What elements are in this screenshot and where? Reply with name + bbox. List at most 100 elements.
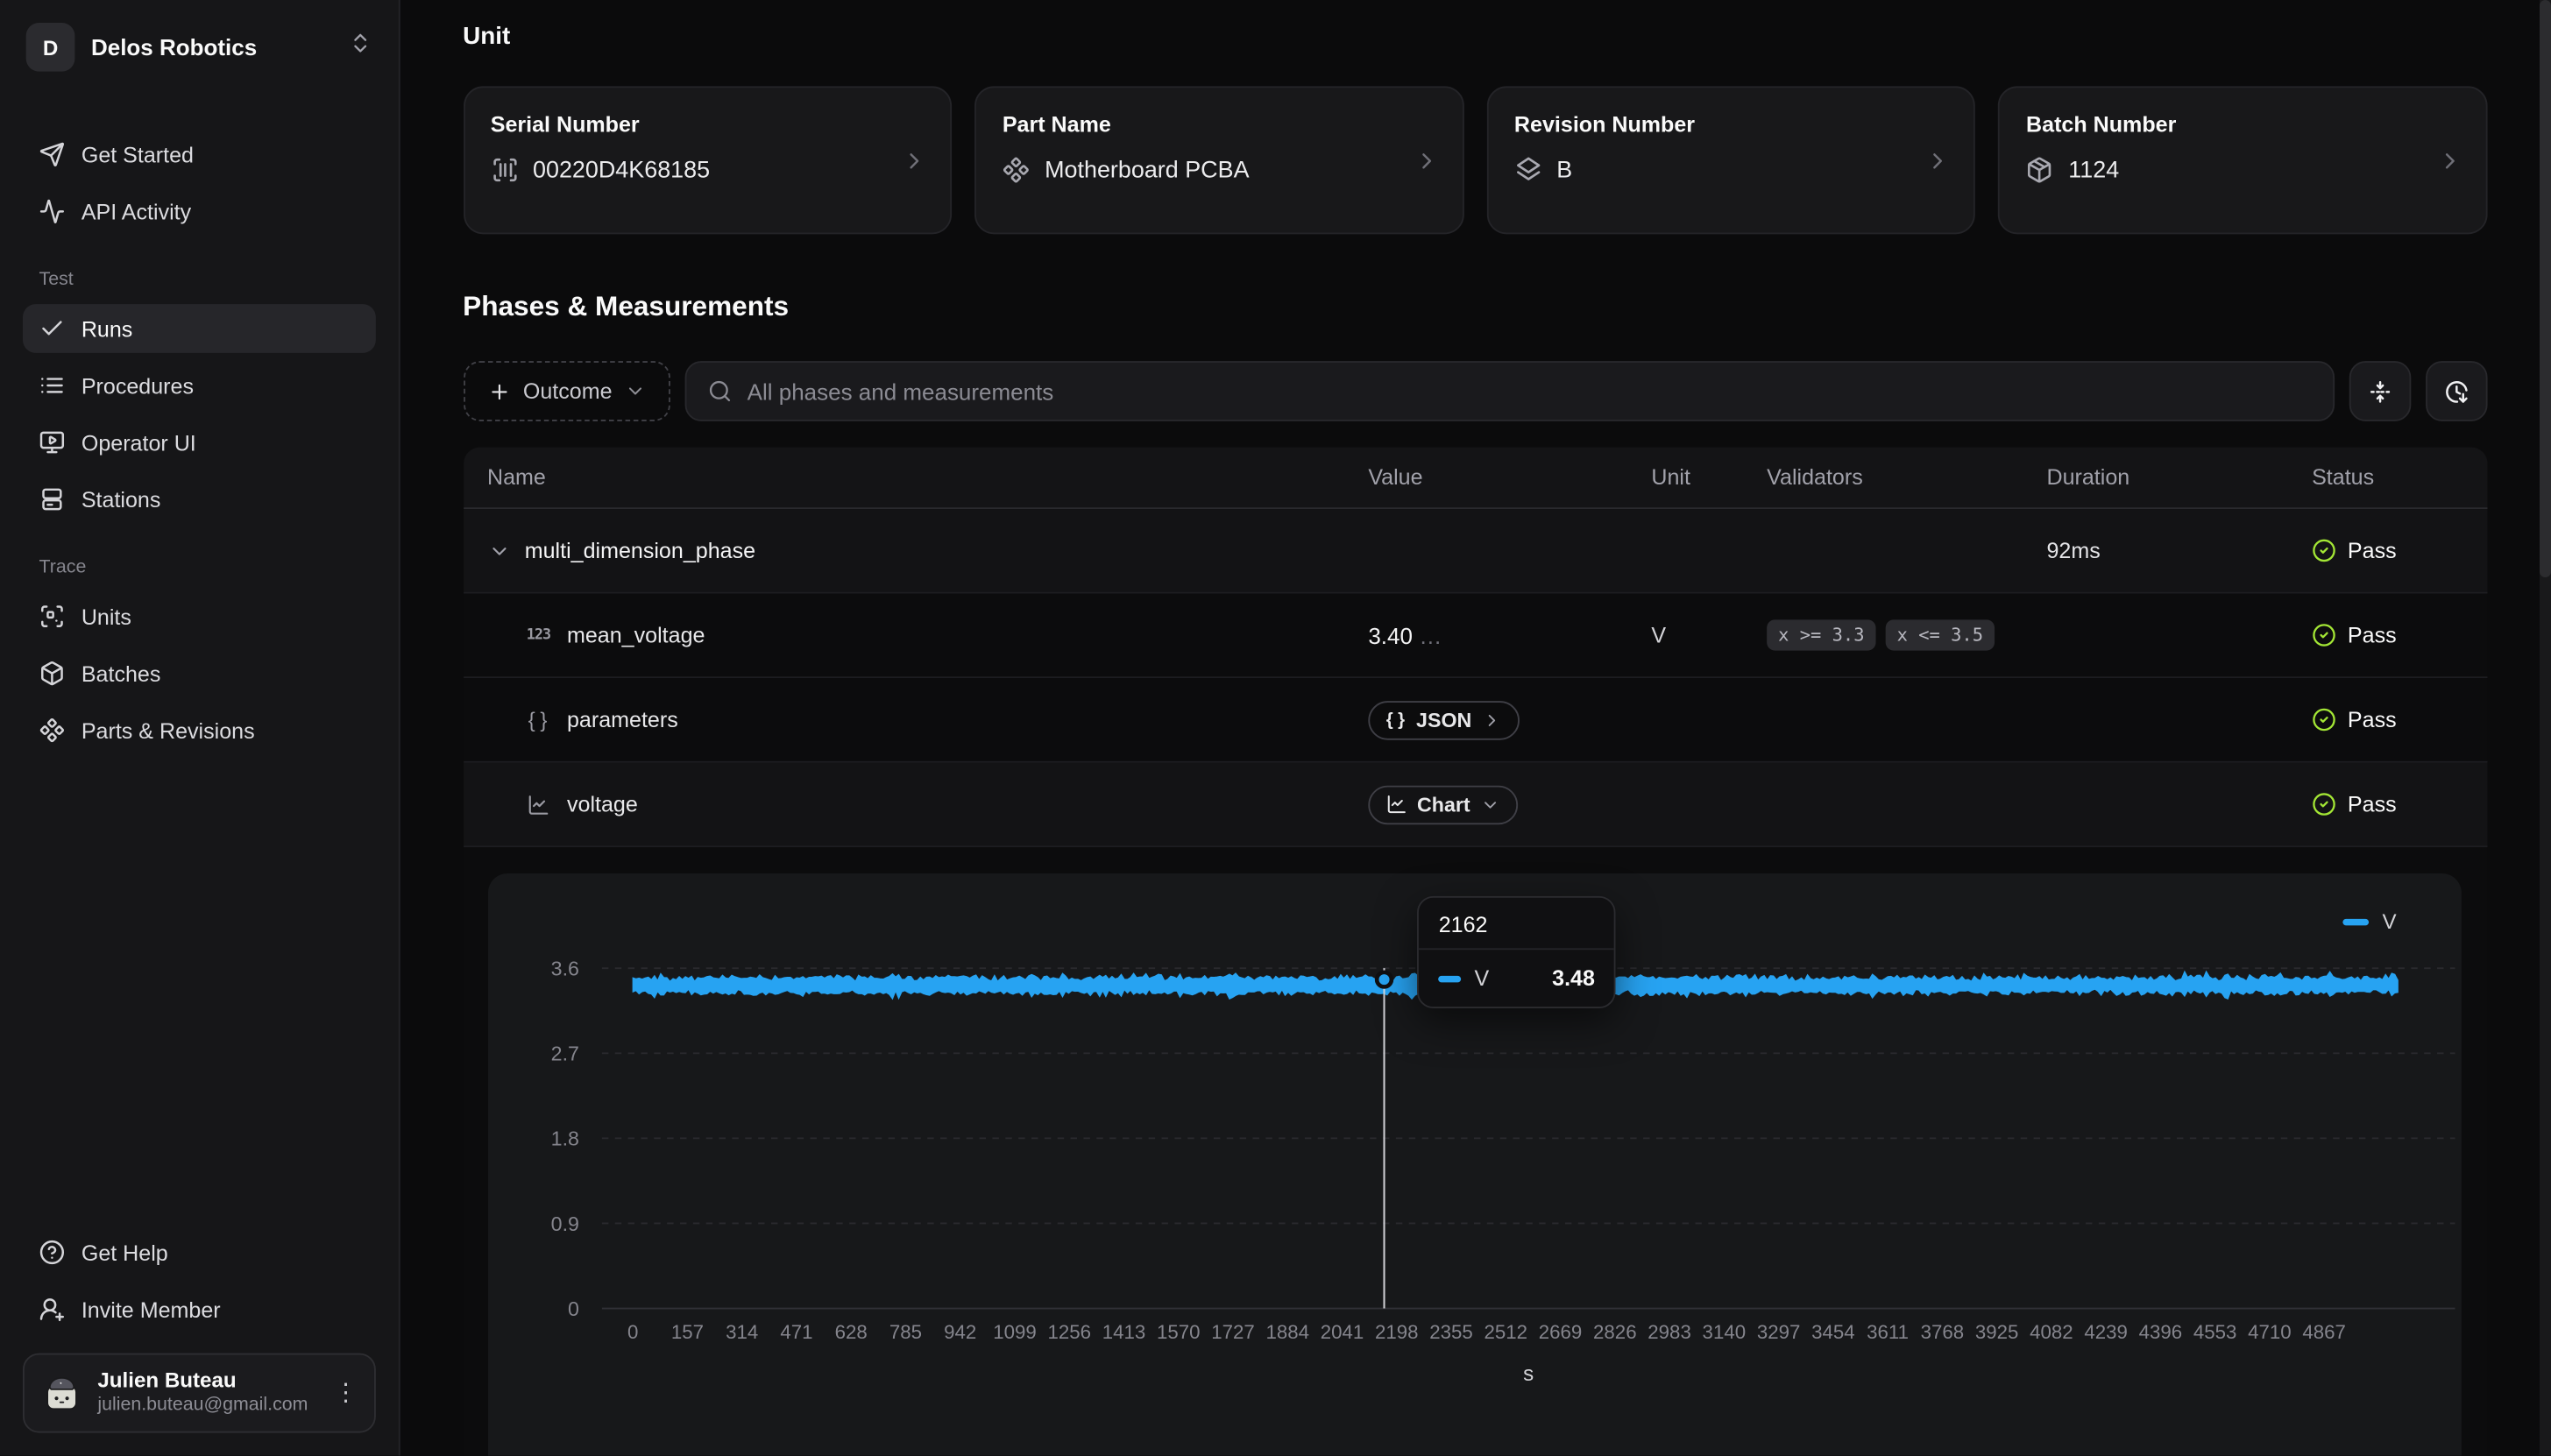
list-icon bbox=[39, 372, 66, 399]
sidebar-section-test: Test bbox=[39, 270, 360, 289]
value-truncated-ellipsis: … bbox=[1419, 622, 1442, 648]
svg-text:628: 628 bbox=[834, 1321, 867, 1343]
status-badge: Pass bbox=[2312, 539, 2463, 563]
json-pill-button[interactable]: { } JSON bbox=[1368, 700, 1519, 739]
user-name: Julien Buteau bbox=[97, 1368, 318, 1395]
org-switcher[interactable]: D Delos Robotics bbox=[23, 19, 376, 74]
unit-title: Unit bbox=[463, 23, 2487, 51]
circle-check-icon bbox=[2312, 792, 2336, 816]
sidebar-item-label: Operator UI bbox=[81, 430, 196, 455]
braces-icon: { } bbox=[1386, 710, 1407, 729]
svg-text:3.6: 3.6 bbox=[550, 958, 578, 980]
chart-section: 00.91.82.73.6015731447162878594210991256… bbox=[463, 847, 2487, 1456]
svg-text:1570: 1570 bbox=[1156, 1321, 1200, 1343]
svg-text:2512: 2512 bbox=[1484, 1321, 1527, 1343]
card-label: Batch Number bbox=[2026, 112, 2460, 137]
outcome-filter-button[interactable]: Outcome bbox=[463, 361, 670, 421]
user-plus-icon bbox=[39, 1297, 66, 1323]
sidebar-footer: Get Help Invite Member bbox=[23, 1228, 376, 1433]
svg-text:2669: 2669 bbox=[1538, 1321, 1582, 1343]
chevron-right-icon bbox=[1925, 147, 1952, 173]
part-name-card[interactable]: Part Name Motherboard PCBA bbox=[974, 86, 1463, 234]
sidebar-item-procedures[interactable]: Procedures bbox=[23, 361, 376, 410]
app-window: D Delos Robotics Get Started API Activit… bbox=[0, 0, 2551, 1456]
legend-series-label: V bbox=[2383, 909, 2397, 934]
ellipsis-vertical-icon[interactable]: ⋮ bbox=[334, 1382, 358, 1406]
user-menu[interactable]: Julien Buteau julien.buteau@gmail.com ⋮ bbox=[23, 1354, 376, 1433]
table-row-voltage[interactable]: voltage Chart bbox=[463, 763, 2487, 848]
sidebar-item-invite-member[interactable]: Invite Member bbox=[23, 1285, 376, 1334]
sidebar-item-stations[interactable]: Stations bbox=[23, 475, 376, 524]
search-icon bbox=[708, 379, 733, 404]
package-icon bbox=[2026, 156, 2054, 184]
svg-text:3611: 3611 bbox=[1866, 1321, 1908, 1343]
chart-pill-button[interactable]: Chart bbox=[1368, 785, 1517, 824]
outcome-filter-label: Outcome bbox=[523, 379, 613, 404]
box-icon bbox=[39, 661, 66, 687]
sidebar-item-label: Stations bbox=[81, 487, 161, 512]
history-button[interactable] bbox=[2426, 361, 2488, 421]
serial-number-card[interactable]: Serial Number 00220D4K68185 bbox=[463, 86, 952, 234]
status-label: Pass bbox=[2348, 539, 2397, 563]
svg-text:3140: 3140 bbox=[1702, 1321, 1746, 1343]
svg-text:157: 157 bbox=[670, 1321, 703, 1343]
batch-number-card[interactable]: Batch Number 1124 bbox=[1998, 86, 2487, 234]
search-box[interactable] bbox=[685, 361, 2335, 421]
status-badge: Pass bbox=[2312, 792, 2463, 816]
card-value-text: Motherboard PCBA bbox=[1045, 157, 1249, 183]
status-badge: Pass bbox=[2312, 623, 2463, 647]
phase-duration: 92ms bbox=[2046, 539, 2312, 563]
card-value-text: 1124 bbox=[2068, 157, 2119, 183]
number-type-icon: 123 bbox=[525, 627, 553, 644]
col-value: Value bbox=[1368, 465, 1651, 490]
scrollbar-thumb[interactable] bbox=[2539, 0, 2551, 577]
svg-text:471: 471 bbox=[779, 1321, 811, 1343]
chart-line-type-icon bbox=[525, 793, 553, 816]
revision-number-card[interactable]: Revision Number B bbox=[1486, 86, 1975, 234]
table-row-mean-voltage[interactable]: 123 mean_voltage 3.40 … V x >= 3.3 x <= … bbox=[463, 594, 2487, 679]
sidebar-item-operator-ui[interactable]: Operator UI bbox=[23, 418, 376, 467]
svg-text:1727: 1727 bbox=[1210, 1321, 1254, 1343]
phases-measurements-title: Phases & Measurements bbox=[463, 291, 2487, 323]
sidebar-item-parts-revisions[interactable]: Parts & Revisions bbox=[23, 706, 376, 755]
sidebar-item-units[interactable]: Units bbox=[23, 592, 376, 641]
qr-scan-icon bbox=[39, 604, 66, 630]
user-email: julien.buteau@gmail.com bbox=[97, 1395, 318, 1419]
sidebar-item-runs[interactable]: Runs bbox=[23, 304, 376, 353]
svg-text:1884: 1884 bbox=[1265, 1321, 1309, 1343]
search-input[interactable] bbox=[748, 378, 2312, 405]
voltage-chart-card[interactable]: 00.91.82.73.6015731447162878594210991256… bbox=[487, 873, 2462, 1456]
sidebar-item-batches[interactable]: Batches bbox=[23, 649, 376, 698]
chart-legend[interactable]: V bbox=[2343, 909, 2397, 934]
svg-text:1.8: 1.8 bbox=[550, 1127, 578, 1150]
chevron-right-icon bbox=[1414, 147, 1440, 173]
validators: x >= 3.3 x <= 3.5 bbox=[1767, 619, 2046, 650]
card-label: Serial Number bbox=[491, 112, 925, 137]
card-value-text: B bbox=[1556, 157, 1572, 183]
svg-text:0.9: 0.9 bbox=[550, 1212, 578, 1235]
svg-text:942: 942 bbox=[943, 1321, 975, 1343]
unit-cards: Serial Number 00220D4K68185 Part Name bbox=[463, 86, 2487, 234]
sidebar-item-get-started[interactable]: Get Started bbox=[23, 131, 376, 180]
page-scrollbar[interactable] bbox=[2539, 0, 2551, 1456]
phase-name: multi_dimension_phase bbox=[525, 539, 755, 563]
col-status: Status bbox=[2312, 465, 2463, 490]
sidebar-item-label: Batches bbox=[81, 661, 161, 686]
activity-icon bbox=[39, 198, 66, 224]
sidebar-item-api-activity[interactable]: API Activity bbox=[23, 187, 376, 236]
chevron-down-icon[interactable] bbox=[487, 539, 510, 562]
card-value-text: 00220D4K68185 bbox=[533, 157, 710, 183]
sidebar-item-get-help[interactable]: Get Help bbox=[23, 1228, 376, 1277]
collapse-rows-button[interactable] bbox=[2349, 361, 2412, 421]
validator-badge: x <= 3.5 bbox=[1886, 619, 1995, 650]
svg-text:1256: 1256 bbox=[1047, 1321, 1091, 1343]
json-type-icon: { } bbox=[525, 708, 553, 732]
sidebar-item-label: Units bbox=[81, 604, 131, 629]
table-row-phase[interactable]: multi_dimension_phase 92ms Pass bbox=[463, 509, 2487, 594]
scan-barcode-icon bbox=[491, 156, 519, 184]
org-avatar: D bbox=[26, 23, 75, 72]
sidebar-item-label: Get Help bbox=[81, 1240, 168, 1265]
measurement-value: 3.40 bbox=[1368, 622, 1413, 648]
svg-text:4396: 4396 bbox=[2138, 1321, 2182, 1343]
table-row-parameters[interactable]: { } parameters { } JSON bbox=[463, 678, 2487, 763]
